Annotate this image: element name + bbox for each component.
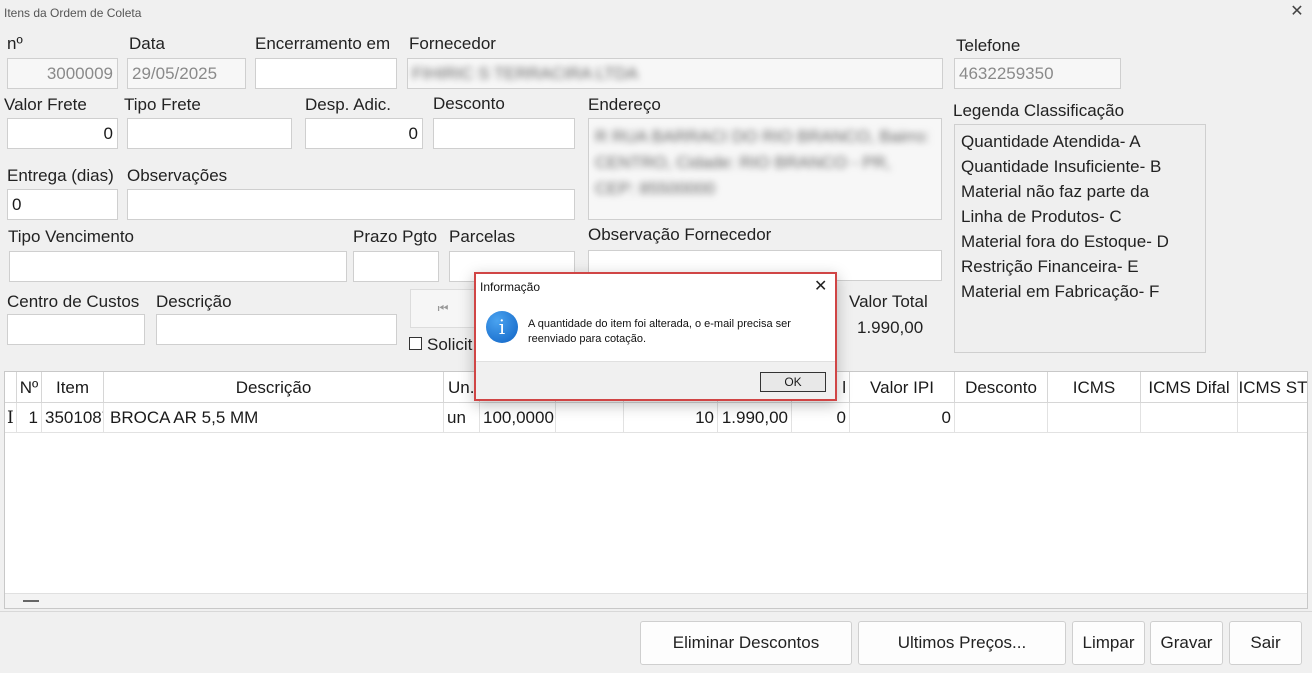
solicit-label: Solicit bbox=[427, 335, 473, 354]
desconto-field[interactable] bbox=[433, 118, 575, 149]
legend-box: Quantidade Atendida- A Quantidade Insufi… bbox=[954, 124, 1206, 353]
eliminar-descontos-button[interactable]: Eliminar Descontos bbox=[640, 621, 852, 665]
horizontal-scrollbar[interactable] bbox=[5, 593, 1307, 608]
solicit-checkbox[interactable] bbox=[409, 336, 423, 350]
legend-line: Material em Fabricação- F bbox=[961, 282, 1160, 301]
grid-header-descricao[interactable]: Descrição bbox=[104, 372, 444, 403]
legend-line: Restrição Financeira- E bbox=[961, 257, 1139, 276]
navigator-first-button[interactable]: ⏮ bbox=[410, 289, 476, 328]
cell-n[interactable]: 1 bbox=[17, 403, 42, 433]
cell-col7[interactable]: 10 bbox=[624, 403, 718, 433]
cell-col8[interactable]: 1.990,00 bbox=[718, 403, 792, 433]
dialog-message: A quantidade do item foi alterada, o e-m… bbox=[528, 318, 791, 345]
window-title: Itens da Ordem de Coleta bbox=[4, 6, 142, 20]
endereco-field[interactable]: R RUA BARRACI DO RIO BRANCO, Bairro: CEN… bbox=[588, 118, 942, 220]
skip-first-icon: ⏮ bbox=[437, 301, 449, 315]
ok-button[interactable]: OK bbox=[760, 372, 826, 392]
endereco-line: CENTRO, Cidade: RIO BRANCO - PR, bbox=[595, 153, 891, 172]
grid-header-valor-ipi[interactable]: Valor IPI bbox=[850, 372, 955, 403]
desp-adic-field[interactable]: 0 bbox=[305, 118, 423, 149]
grid-header-icms-difal[interactable]: ICMS Difal bbox=[1141, 372, 1238, 403]
fornecedor-label: Fornecedor bbox=[409, 34, 496, 53]
descricao-label: Descrição bbox=[156, 292, 232, 311]
info-icon: i bbox=[486, 311, 518, 343]
legend-line: Material fora do Estoque- D bbox=[961, 232, 1169, 251]
cell-desconto[interactable] bbox=[955, 403, 1048, 433]
grid-header-n[interactable]: Nº bbox=[17, 372, 42, 403]
legend-title: Legenda Classificação bbox=[953, 101, 1125, 120]
cell-col5[interactable]: 100,0000 bbox=[480, 403, 556, 433]
tipo-vencimento-label: Tipo Vencimento bbox=[8, 227, 134, 246]
prazo-pgto-label: Prazo Pgto bbox=[353, 227, 438, 246]
telefone-field[interactable]: 4632259350 bbox=[954, 58, 1121, 89]
divider bbox=[0, 611, 1312, 612]
valor-frete-label: Valor Frete bbox=[4, 95, 87, 114]
tipo-frete-label: Tipo Frete bbox=[124, 95, 201, 114]
entrega-label: Entrega (dias) bbox=[7, 166, 114, 185]
valor-total-value: 1.990,00 bbox=[857, 318, 924, 337]
data-field[interactable]: 29/05/2025 bbox=[127, 58, 246, 89]
observacoes-label: Observações bbox=[127, 166, 228, 185]
dialog-close-icon[interactable]: ✕ bbox=[814, 276, 827, 296]
cell-item[interactable]: 3501087 bbox=[42, 403, 104, 433]
parcelas-label: Parcelas bbox=[449, 227, 516, 246]
grid-header-icms[interactable]: ICMS bbox=[1048, 372, 1141, 403]
encerramento-field[interactable] bbox=[255, 58, 397, 89]
valor-total-label: Valor Total bbox=[849, 292, 928, 311]
cell-descricao[interactable]: BROCA AR 5,5 MM bbox=[104, 403, 444, 433]
fornecedor-value: FIHIRIC S TERRACIRA LTDA bbox=[412, 64, 639, 83]
grid-header-desconto[interactable]: Desconto bbox=[955, 372, 1048, 403]
legend-line: Quantidade Atendida- A bbox=[961, 132, 1141, 151]
cell-icms[interactable] bbox=[1048, 403, 1141, 433]
desconto-label: Desconto bbox=[433, 94, 505, 113]
gravar-button[interactable]: Gravar bbox=[1150, 621, 1223, 665]
centro-custos-field[interactable] bbox=[7, 314, 145, 345]
endereco-line: CEP: 85500000 bbox=[595, 179, 716, 198]
dialog-footer: OK bbox=[476, 361, 835, 399]
sair-button[interactable]: Sair bbox=[1229, 621, 1302, 665]
numero-label: nº bbox=[7, 34, 23, 53]
legend-line: Material não faz parte da bbox=[961, 182, 1150, 201]
centro-custos-label: Centro de Custos bbox=[7, 292, 140, 311]
cell-valor-ipi[interactable]: 0 bbox=[850, 403, 955, 433]
desp-adic-label: Desp. Adic. bbox=[305, 95, 391, 114]
grid-header-icms-st[interactable]: ICMS ST bbox=[1238, 372, 1307, 403]
endereco-label: Endereço bbox=[588, 95, 661, 114]
prazo-pgto-field[interactable] bbox=[353, 251, 439, 282]
valor-frete-field[interactable]: 0 bbox=[7, 118, 118, 149]
fornecedor-field[interactable]: FIHIRIC S TERRACIRA LTDA bbox=[407, 58, 943, 89]
data-label: Data bbox=[129, 34, 165, 53]
cell-un[interactable]: un bbox=[444, 403, 480, 433]
endereco-line: R RUA BARRACI DO RIO BRANCO, Bairro: bbox=[595, 127, 930, 146]
window-close-icon[interactable]: ✕ bbox=[1288, 3, 1306, 21]
dialog-body: i A quantidade do item foi alterada, o e… bbox=[476, 299, 835, 361]
dialog-title: Informação bbox=[480, 280, 541, 294]
items-grid[interactable]: Nº Item Descrição Un. l Valor IPI Descon… bbox=[4, 371, 1308, 609]
limpar-button[interactable]: Limpar bbox=[1072, 621, 1145, 665]
ultimos-precos-button[interactable]: Ultimos Preços... bbox=[858, 621, 1066, 665]
scrollbar-thumb[interactable] bbox=[23, 600, 39, 602]
telefone-label: Telefone bbox=[956, 36, 1021, 55]
info-dialog: Informação ✕ i A quantidade do item foi … bbox=[474, 272, 837, 401]
cell-icms-difal[interactable] bbox=[1141, 403, 1238, 433]
observacoes-field[interactable] bbox=[127, 189, 575, 220]
obs-fornecedor-label: Observação Fornecedor bbox=[588, 225, 772, 244]
descricao-field[interactable] bbox=[156, 314, 397, 345]
legend-line: Quantidade Insuficiente- B bbox=[961, 157, 1162, 176]
legend-line: Linha de Produtos- C bbox=[961, 207, 1122, 226]
grid-indicator-header bbox=[5, 372, 17, 403]
encerramento-label: Encerramento em bbox=[255, 34, 391, 53]
numero-field[interactable]: 3000009 bbox=[7, 58, 118, 89]
entrega-field[interactable]: 0 bbox=[7, 189, 118, 220]
row-edit-indicator: I bbox=[5, 403, 17, 433]
cell-icms-st[interactable] bbox=[1238, 403, 1307, 433]
grid-header-item[interactable]: Item bbox=[42, 372, 104, 403]
tipo-frete-field[interactable] bbox=[127, 118, 292, 149]
cell-col6[interactable] bbox=[556, 403, 624, 433]
cell-col9[interactable]: 0 bbox=[792, 403, 850, 433]
tipo-vencimento-field[interactable] bbox=[9, 251, 347, 282]
